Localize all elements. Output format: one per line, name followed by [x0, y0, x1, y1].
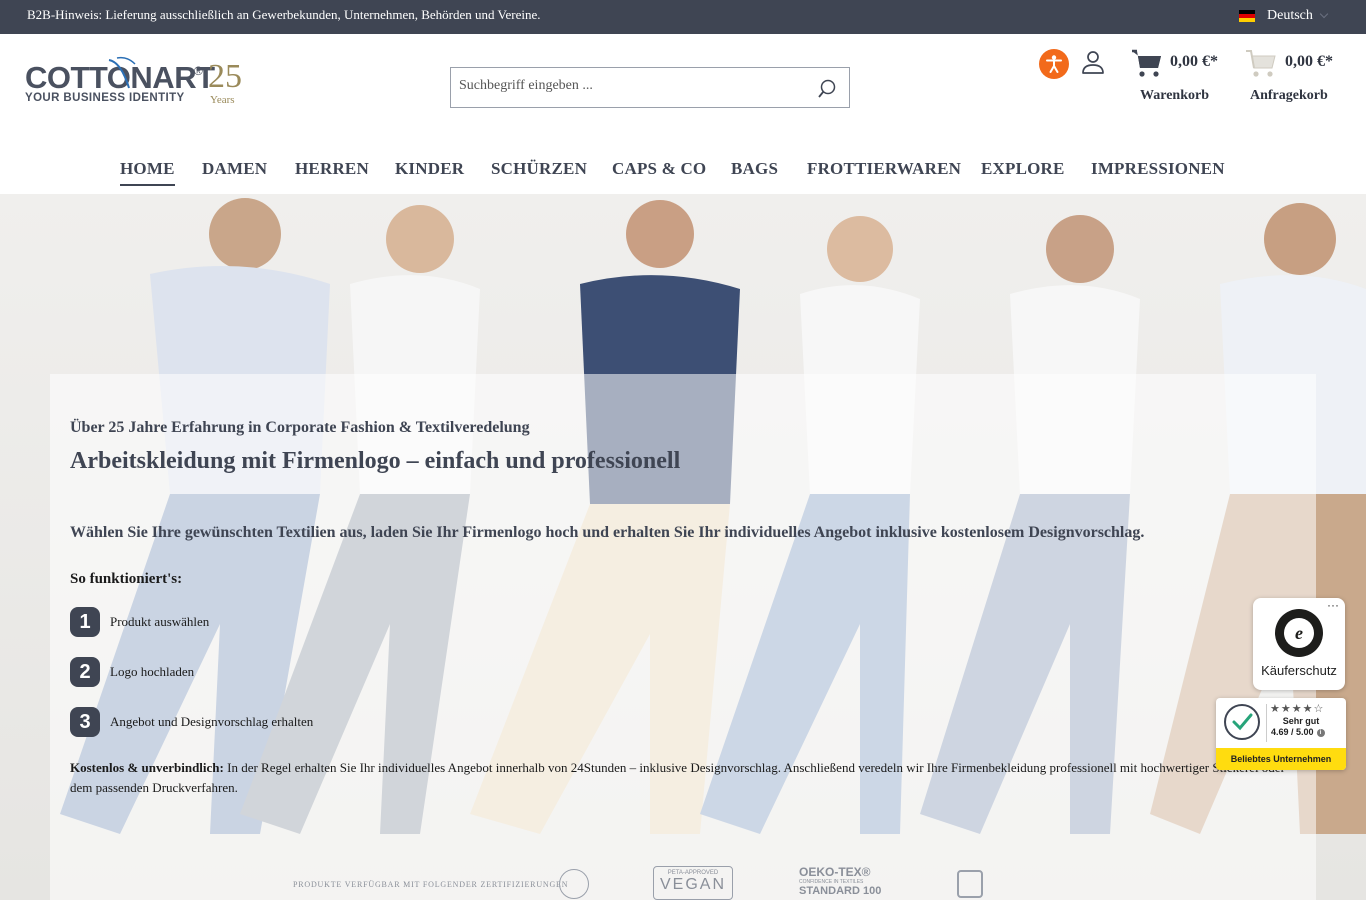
hero-banner: Über 25 Jahre Erfahrung in Corporate Fas…: [0, 194, 1366, 900]
accessibility-icon: [1046, 55, 1062, 73]
certifications-strip: PRODUKTE VERFÜGBAR MIT FOLGENDER ZERTIFI…: [293, 866, 993, 900]
search-icon[interactable]: [817, 79, 837, 99]
cart-amount: 0,00 €*: [1170, 53, 1218, 70]
step-item: 2 Logo hochladen: [70, 657, 194, 687]
divider: [1266, 704, 1267, 742]
anniversary-label: Years: [210, 94, 235, 106]
verified-shield-icon: [1224, 704, 1260, 740]
disclaimer-text: In der Regel erhalten Sie Ihr individuel…: [70, 760, 1285, 795]
shirt-cert-icon: [559, 869, 589, 899]
info-icon[interactable]: i: [1316, 729, 1325, 737]
request-cart-label: Anfragekorb: [1250, 88, 1328, 103]
search-box: [450, 67, 850, 108]
rating-grade: Sehr gut: [1282, 716, 1320, 726]
hero-headline: Arbeitskleidung mit Firmenlogo – einfach…: [70, 448, 681, 474]
nav-item-bags[interactable]: BAGS: [731, 159, 778, 179]
nav-item-impressionen[interactable]: IMPRESSIONEN: [1091, 159, 1225, 179]
language-selector[interactable]: Deutsch: [1239, 8, 1329, 24]
rating-stars-icon: ★★★★☆: [1270, 702, 1325, 715]
step-item: 1 Produkt auswählen: [70, 607, 209, 637]
vegan-cert-badge: PETA-APPROVED VEGAN: [653, 866, 733, 900]
step-text: Produkt auswählen: [110, 614, 210, 629]
logo-tagline: YOUR BUSINESS IDENTITY: [25, 92, 185, 104]
top-notice-bar: B2B-Hinweis: Lieferung ausschließlich an…: [0, 0, 1366, 34]
rating-score: 4.69 / 5.00 i: [1271, 727, 1325, 737]
howto-title: So funktioniert's:: [70, 571, 183, 587]
step-number-badge: 2: [70, 657, 100, 687]
popular-company-badge: Beliebtes Unternehmen: [1216, 748, 1346, 770]
certifications-caption: PRODUKTE VERFÜGBAR MIT FOLGENDER ZERTIFI…: [293, 880, 569, 889]
step-number-badge: 1: [70, 607, 100, 637]
oeko-tex-title: OEKO-TEX®: [799, 865, 871, 879]
nav-item-schuerzen[interactable]: SCHÜRZEN: [491, 159, 587, 179]
step-text: Angebot und Designvorschlag erhalten: [110, 714, 314, 729]
user-account-icon[interactable]: [1081, 50, 1105, 76]
b2b-notice: B2B-Hinweis: Lieferung ausschließlich an…: [27, 7, 541, 22]
step-item: 3 Angebot und Designvorschlag erhalten: [70, 707, 313, 737]
trusted-shops-rating[interactable]: ★★★★☆ Sehr gut 4.69 / 5.00 i Beliebtes Un…: [1216, 698, 1346, 770]
step-text: Logo hochladen: [110, 664, 195, 679]
oeko-tex-badge: OEKO-TEX® CONFIDENCE IN TEXTILES STANDAR…: [799, 866, 891, 900]
hero-kicker: Über 25 Jahre Erfahrung in Corporate Fas…: [70, 419, 530, 436]
german-flag-icon: [1239, 10, 1255, 22]
disclaimer-bold: Kostenlos & unverbindlich:: [70, 760, 224, 775]
nav-item-frottierwaren[interactable]: FROTTIERWAREN: [807, 159, 961, 179]
logo-registered: ®: [194, 64, 203, 78]
nav-item-kinder[interactable]: KINDER: [395, 159, 464, 179]
shopping-cart-icon: [1132, 49, 1161, 77]
hero-disclaimer: Kostenlos & unverbindlich: In der Regel …: [70, 758, 1290, 798]
request-cart-icon: [1246, 50, 1276, 77]
search-input[interactable]: [459, 78, 799, 94]
nav-item-herren[interactable]: HERREN: [295, 159, 369, 179]
nav-item-home[interactable]: HOME: [120, 159, 175, 186]
vegan-cert-label: VEGAN: [659, 876, 726, 893]
step-number-badge: 3: [70, 707, 100, 737]
svg-text:e: e: [1295, 623, 1303, 643]
language-label: Deutsch: [1267, 8, 1313, 23]
nav-item-damen[interactable]: DAMEN: [202, 159, 267, 179]
rating-score-value: 4.69 / 5.00: [1271, 727, 1314, 737]
chevron-down-icon: [1319, 9, 1329, 19]
oeko-tex-standard: STANDARD 100: [799, 885, 882, 897]
main-navigation: HOME DAMEN HERREN KINDER SCHÜRZEN CAPS &…: [0, 158, 1366, 194]
anniversary-number: 25: [208, 58, 242, 95]
logo-swoosh-icon: [108, 56, 136, 89]
hero-intro: Wählen Sie Ihre gewünschten Textilien au…: [70, 524, 1145, 541]
more-options-icon[interactable]: ···: [1327, 598, 1339, 612]
cart-label: Warenkorb: [1140, 88, 1209, 103]
trusted-shops-seal-icon: e: [1275, 609, 1323, 657]
fairtrade-cert-icon: [957, 870, 983, 898]
nav-item-explore[interactable]: EXPLORE: [981, 159, 1065, 179]
site-logo[interactable]: COTTONART ® YOUR BUSINESS IDENTITY 25 Ye…: [25, 56, 245, 108]
nav-item-caps[interactable]: CAPS & CO: [612, 159, 706, 179]
buyer-protection-label: Käuferschutz: [1261, 663, 1337, 678]
accessibility-button[interactable]: [1039, 49, 1069, 79]
request-cart-amount: 0,00 €*: [1285, 53, 1333, 70]
trusted-shops-badge[interactable]: ··· e Käuferschutz: [1253, 598, 1345, 690]
